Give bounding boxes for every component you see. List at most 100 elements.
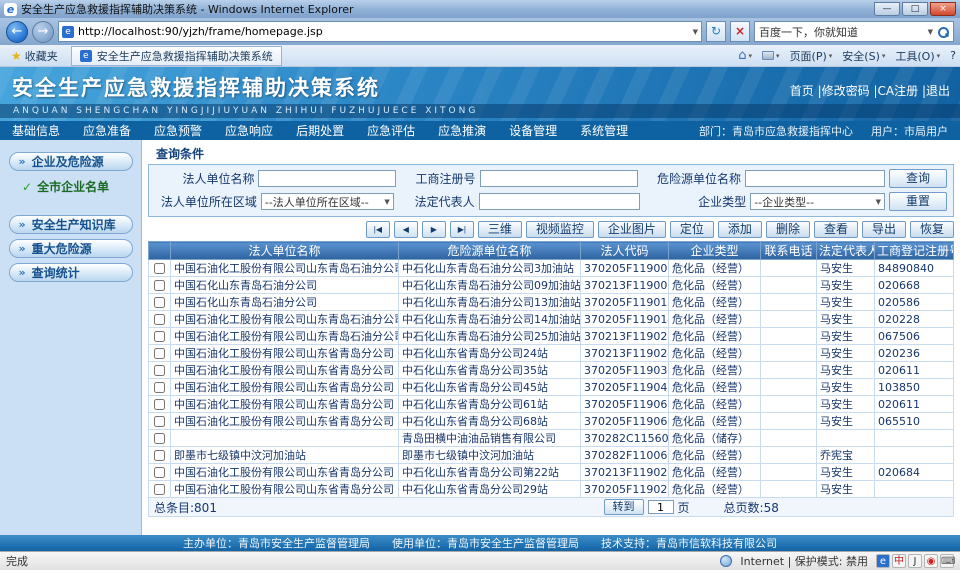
close-button[interactable]: × bbox=[930, 2, 956, 16]
toolbar-button-5[interactable]: 删除 bbox=[766, 221, 810, 238]
pager-button-2[interactable]: ▶ bbox=[422, 221, 446, 238]
address-url[interactable]: http://localhost:90/yjzh/frame/homepage.… bbox=[78, 25, 689, 38]
row-checkbox[interactable] bbox=[154, 467, 165, 478]
row-checkbox[interactable] bbox=[154, 484, 165, 495]
toolbar-button-1[interactable]: 视频监控 bbox=[526, 221, 594, 238]
address-dropdown-icon[interactable]: ▼ bbox=[693, 28, 698, 36]
sidebar-item-citywide-enterprises[interactable]: ✓ 全市企业名单 bbox=[0, 176, 141, 197]
row-checkbox[interactable] bbox=[154, 263, 165, 274]
legal-name-label: 法人单位名称 bbox=[155, 170, 254, 187]
goto-page-input[interactable] bbox=[648, 500, 674, 514]
chevron-down-icon: ▼ bbox=[384, 198, 389, 206]
toolbar-button-8[interactable]: 恢复 bbox=[910, 221, 954, 238]
search-icon[interactable] bbox=[937, 26, 949, 38]
hazard-name-label: 危险源单位名称 bbox=[642, 170, 741, 187]
region-select[interactable]: --法人单位所在区域-- ▼ bbox=[261, 193, 394, 210]
print-button[interactable]: ▾ bbox=[762, 51, 780, 60]
row-checkbox-cell bbox=[149, 447, 171, 464]
stop-button[interactable]: × bbox=[730, 21, 750, 42]
maximize-button[interactable]: □ bbox=[902, 2, 928, 16]
row-checkbox[interactable] bbox=[154, 331, 165, 342]
goto-page-button[interactable]: 转到 bbox=[604, 499, 644, 515]
sidebar-group-major-hazards[interactable]: » 重大危险源 bbox=[9, 239, 133, 258]
row-checkbox[interactable] bbox=[154, 297, 165, 308]
safety-menu[interactable]: 安全(S) ▾ bbox=[842, 48, 885, 64]
address-field[interactable]: e http://localhost:90/yjzh/frame/homepag… bbox=[58, 21, 702, 42]
pager-button-1[interactable]: ◀ bbox=[394, 221, 418, 238]
legal-name-input[interactable] bbox=[258, 170, 396, 187]
toolbar-button-3[interactable]: 定位 bbox=[670, 221, 714, 238]
refresh-button[interactable]: ↻ bbox=[706, 21, 726, 42]
search-input[interactable]: 百度一下，你就知道 bbox=[759, 24, 924, 40]
toolbar-button-4[interactable]: 添加 bbox=[718, 221, 762, 238]
row-checkbox[interactable] bbox=[154, 314, 165, 325]
pager-button-0[interactable]: |◀ bbox=[366, 221, 390, 238]
sidebar-group-enterprise-hazard[interactable]: » 企业及危险源 bbox=[9, 152, 133, 171]
arrow-icon: » bbox=[19, 155, 26, 168]
tray-icon-2[interactable]: J bbox=[908, 554, 922, 568]
arrow-icon: » bbox=[19, 218, 26, 231]
home-icon: ⌂ bbox=[738, 48, 746, 63]
app-subtitle: ANQUAN SHENGCHAN YINGJIJIUYUAN ZHIHUI FU… bbox=[0, 104, 960, 118]
toolbar-button-2[interactable]: 企业图片 bbox=[598, 221, 666, 238]
search-box[interactable]: 百度一下，你就知道 ▼ bbox=[754, 21, 954, 42]
status-bar: 完成 Internet | 保护模式: 禁用 e中J◉⌨ bbox=[0, 551, 960, 570]
nav-item-1[interactable]: 应急准备 bbox=[83, 122, 131, 139]
cell-company-type: 危化品（经营） bbox=[669, 277, 761, 294]
toolbar-button-6[interactable]: 查看 bbox=[814, 221, 858, 238]
help-menu[interactable]: ? bbox=[950, 49, 956, 62]
table-row: 中国石油化工股份有限公司山东省青岛分公司中石化山东省青岛分公司35站370205… bbox=[149, 362, 954, 379]
sidebar-group-query-statistics[interactable]: » 查询统计 bbox=[9, 263, 133, 282]
search-button[interactable]: 查询 bbox=[889, 169, 947, 188]
hazard-name-input[interactable] bbox=[745, 170, 885, 187]
sidebar-group-knowledge-base[interactable]: » 安全生产知识库 bbox=[9, 215, 133, 234]
toolbar-button-0[interactable]: 三维 bbox=[478, 221, 522, 238]
favorites-button[interactable]: ★ 收藏夹 bbox=[4, 46, 65, 66]
nav-item-0[interactable]: 基础信息 bbox=[12, 122, 60, 139]
business-reg-input[interactable] bbox=[480, 170, 638, 187]
tray-icon-4[interactable]: ⌨ bbox=[940, 554, 954, 568]
tray-icon-0[interactable]: e bbox=[876, 554, 890, 568]
row-checkbox[interactable] bbox=[154, 399, 165, 410]
cell-legal-name bbox=[171, 430, 399, 447]
row-checkbox[interactable] bbox=[154, 365, 165, 376]
tray-icon-3[interactable]: ◉ bbox=[924, 554, 938, 568]
header-link-0[interactable]: 首页 bbox=[790, 84, 814, 98]
row-checkbox[interactable] bbox=[154, 416, 165, 427]
minimize-button[interactable]: — bbox=[874, 2, 900, 16]
nav-item-8[interactable]: 系统管理 bbox=[580, 122, 628, 139]
header-link-1[interactable]: 修改密码 bbox=[822, 84, 870, 98]
nav-item-3[interactable]: 应急响应 bbox=[225, 122, 273, 139]
nav-item-2[interactable]: 应急预警 bbox=[154, 122, 202, 139]
header-link-3[interactable]: 退出 bbox=[926, 84, 950, 98]
legal-rep-label: 法定代表人 bbox=[398, 193, 475, 210]
row-checkbox[interactable] bbox=[154, 348, 165, 359]
legal-rep-input[interactable] bbox=[479, 193, 641, 210]
header-link-2[interactable]: CA注册 bbox=[878, 84, 919, 98]
search-dropdown-icon[interactable]: ▼ bbox=[928, 28, 933, 36]
cell-legal-code: 370213F119009 bbox=[581, 277, 669, 294]
row-checkbox[interactable] bbox=[154, 450, 165, 461]
tools-menu[interactable]: 工具(O) ▾ bbox=[895, 48, 940, 64]
help-icon: ? bbox=[950, 49, 956, 62]
nav-item-5[interactable]: 应急评估 bbox=[367, 122, 415, 139]
nav-item-4[interactable]: 后期处置 bbox=[296, 122, 344, 139]
company-type-select[interactable]: --企业类型-- ▼ bbox=[750, 193, 885, 210]
column-header-4: 联系电话 bbox=[761, 242, 817, 260]
back-button[interactable]: ← bbox=[6, 21, 28, 43]
browser-tab[interactable]: e 安全生产应急救援指挥辅助决策系统 bbox=[71, 46, 282, 66]
row-checkbox[interactable] bbox=[154, 382, 165, 393]
home-button[interactable]: ⌂ ▾ bbox=[738, 48, 752, 63]
page-menu[interactable]: 页面(P) ▾ bbox=[790, 48, 833, 64]
row-checkbox[interactable] bbox=[154, 280, 165, 291]
nav-item-7[interactable]: 设备管理 bbox=[509, 122, 557, 139]
reset-button[interactable]: 重置 bbox=[889, 192, 947, 211]
row-checkbox[interactable] bbox=[154, 433, 165, 444]
forward-button[interactable]: → bbox=[32, 21, 54, 43]
cell-legal-code: 370205F119045 bbox=[581, 379, 669, 396]
nav-item-6[interactable]: 应急推演 bbox=[438, 122, 486, 139]
table-row: 中国石油化工股份有限公司山东省青岛分公司中石化山东省青岛分公司24站370213… bbox=[149, 345, 954, 362]
toolbar-button-7[interactable]: 导出 bbox=[862, 221, 906, 238]
pager-button-3[interactable]: ▶| bbox=[450, 221, 474, 238]
tray-icon-1[interactable]: 中 bbox=[892, 554, 906, 568]
